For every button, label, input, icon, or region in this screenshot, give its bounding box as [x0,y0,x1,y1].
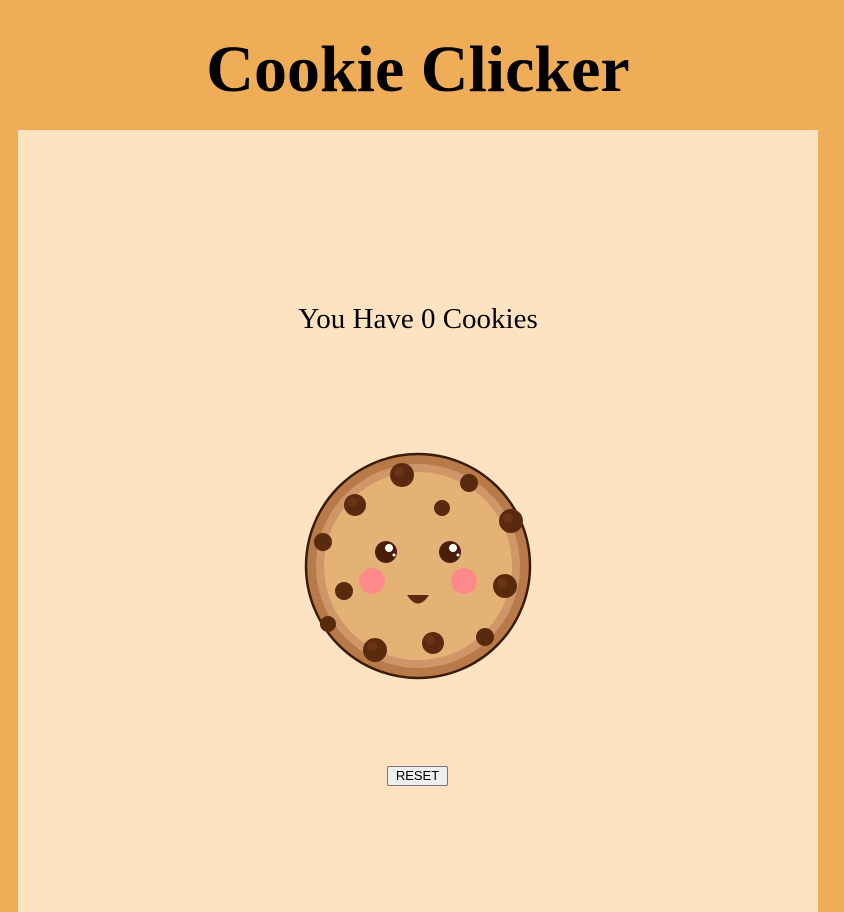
page-title: Cookie Clicker [206,33,630,106]
cookie-count-text: You Have 0 Cookies [298,303,538,335]
reset-button[interactable]: RESET [387,766,448,786]
game-panel: You Have 0 Cookies RESET [18,130,818,912]
cookie-button[interactable] [304,452,532,680]
cookie-icon [304,452,532,680]
